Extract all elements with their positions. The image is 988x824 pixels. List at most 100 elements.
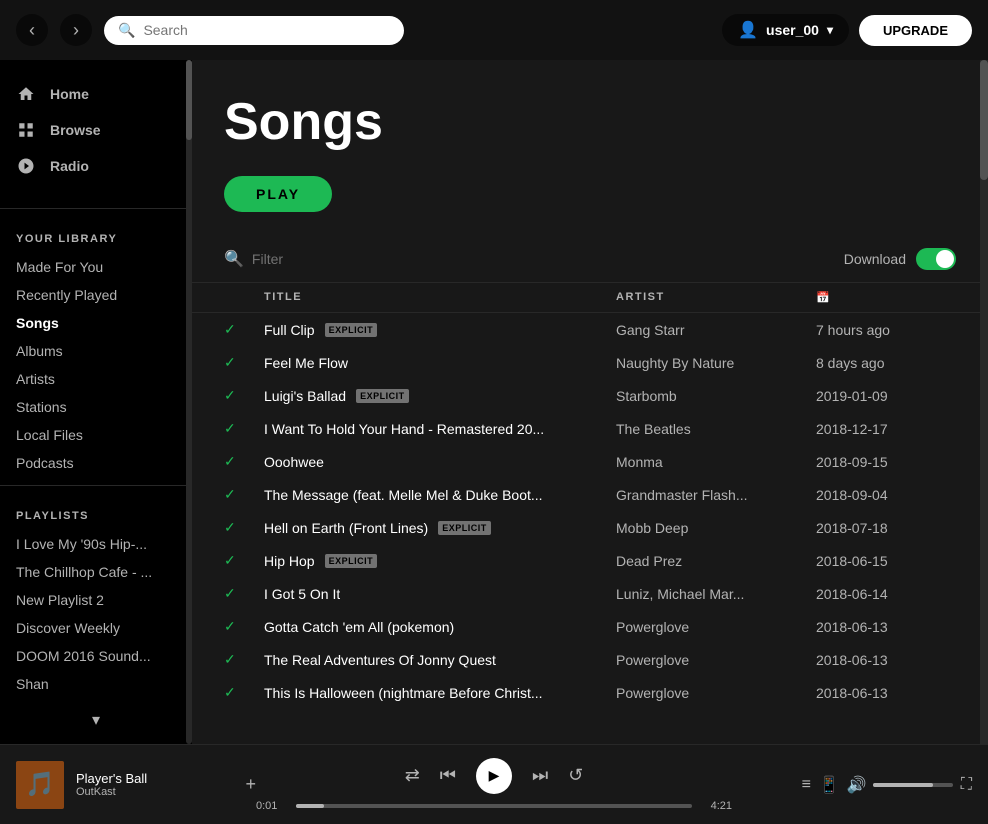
next-button[interactable]: ⏭ — [532, 765, 548, 786]
table-row[interactable]: ✓ Luigi's Ballad EXPLICIT Starbomb 2019-… — [192, 379, 988, 412]
player-song-title: Player's Ball — [76, 771, 233, 786]
new-playlist-button[interactable]: + New Playlist — [0, 734, 192, 744]
total-time: 4:21 — [702, 800, 732, 812]
sidebar-item-stations[interactable]: Stations — [0, 393, 192, 421]
fullscreen-button[interactable]: ⛶ — [961, 776, 972, 794]
col-artist-header: ARTIST — [616, 291, 816, 304]
home-icon — [16, 84, 36, 104]
sidebar-item-albums[interactable]: Albums — [0, 337, 192, 365]
table-row[interactable]: ✓ Gotta Catch 'em All (pokemon) Powerglo… — [192, 610, 988, 643]
player-add-button[interactable]: + — [245, 774, 256, 795]
volume-button[interactable]: 🔊 — [847, 775, 867, 795]
sidebar-divider — [0, 208, 192, 209]
download-toggle[interactable] — [916, 248, 956, 270]
song-artist: Gang Starr — [616, 322, 816, 338]
scroll-down-button[interactable]: ▾ — [0, 706, 192, 734]
previous-button[interactable]: ⏮ — [440, 765, 456, 786]
search-icon: 🔍 — [118, 22, 135, 39]
song-date: 2019-01-09 — [816, 388, 956, 404]
user-button[interactable]: 👤 user_00 ▾ — [722, 14, 849, 46]
song-artist: Dead Prez — [616, 553, 816, 569]
song-artist: The Beatles — [616, 421, 816, 437]
search-input[interactable] — [143, 22, 390, 38]
song-title: Hip Hop — [264, 553, 315, 569]
main-scrollbar[interactable] — [980, 60, 988, 744]
volume-track[interactable] — [873, 783, 953, 787]
song-check: ✓ — [224, 453, 264, 470]
song-check: ✓ — [224, 387, 264, 404]
filter-input[interactable] — [252, 251, 452, 267]
browse-icon — [16, 120, 36, 140]
table-header: TITLE ARTIST 📅 — [192, 283, 988, 313]
shuffle-button[interactable]: ⇄ — [405, 765, 420, 786]
playlist-item-2[interactable]: The Chillhop Cafe - ... — [0, 558, 192, 586]
song-artist: Powerglove — [616, 685, 816, 701]
explicit-badge: EXPLICIT — [325, 323, 378, 337]
song-title: Ooohwee — [264, 454, 324, 470]
your-library-section: YOUR LIBRARY Made For You Recently Playe… — [0, 217, 192, 477]
progress-track[interactable] — [296, 804, 692, 808]
user-avatar-icon: 👤 — [738, 20, 758, 40]
col-check-header — [224, 291, 264, 304]
song-artist: Starbomb — [616, 388, 816, 404]
devices-button[interactable]: 📱 — [819, 775, 839, 795]
volume-fill — [873, 783, 933, 787]
sidebar-item-label: Home — [50, 86, 89, 102]
sidebar-item-podcasts[interactable]: Podcasts — [0, 449, 192, 477]
table-row[interactable]: ✓ Feel Me Flow Naughty By Nature 8 days … — [192, 346, 988, 379]
sidebar-item-home[interactable]: Home — [0, 76, 192, 112]
play-button[interactable]: PLAY — [224, 176, 332, 212]
play-pause-button[interactable]: ▶ — [476, 758, 512, 794]
playlist-item-5[interactable]: DOOM 2016 Sound... — [0, 642, 192, 670]
sidebar-item-made-for-you[interactable]: Made For You — [0, 253, 192, 281]
table-row[interactable]: ✓ Hip Hop EXPLICIT Dead Prez 2018-06-15 — [192, 544, 988, 577]
sidebar-item-songs[interactable]: Songs — [0, 309, 192, 337]
song-title: I Want To Hold Your Hand - Remastered 20… — [264, 421, 544, 437]
table-row[interactable]: ✓ The Real Adventures Of Jonny Quest Pow… — [192, 643, 988, 676]
table-row[interactable]: ✓ I Got 5 On It Luniz, Michael Mar... 20… — [192, 577, 988, 610]
table-row[interactable]: ✓ Full Clip EXPLICIT Gang Starr 7 hours … — [192, 313, 988, 346]
table-row[interactable]: ✓ The Message (feat. Melle Mel & Duke Bo… — [192, 478, 988, 511]
song-title: Luigi's Ballad — [264, 388, 346, 404]
song-check: ✓ — [224, 585, 264, 602]
sidebar-item-local-files[interactable]: Local Files — [0, 421, 192, 449]
sidebar-divider-2 — [0, 485, 192, 486]
sidebar-item-recently-played[interactable]: Recently Played — [0, 281, 192, 309]
sidebar-item-artists[interactable]: Artists — [0, 365, 192, 393]
sidebar-item-browse[interactable]: Browse — [0, 112, 192, 148]
playlist-item-1[interactable]: I Love My '90s Hip-... — [0, 530, 192, 558]
song-artist: Powerglove — [616, 619, 816, 635]
table-row[interactable]: ✓ I Want To Hold Your Hand - Remastered … — [192, 412, 988, 445]
song-date: 2018-06-13 — [816, 652, 956, 668]
song-check: ✓ — [224, 618, 264, 635]
playlist-item-3[interactable]: New Playlist 2 — [0, 586, 192, 614]
song-date: 2018-09-15 — [816, 454, 956, 470]
song-title: This Is Halloween (nightmare Before Chri… — [264, 685, 543, 701]
search-bar: 🔍 — [104, 16, 404, 45]
playlist-item-6[interactable]: Shan — [0, 670, 192, 698]
upgrade-button[interactable]: UPGRADE — [859, 15, 972, 46]
player-bar: 🎵 Player's Ball OutKast + ⇄ ⏮ ▶ ⏭ ↺ 0:01… — [0, 744, 988, 824]
player-artist: OutKast — [76, 786, 233, 798]
table-row[interactable]: ✓ Ooohwee Monma 2018-09-15 — [192, 445, 988, 478]
song-check: ✓ — [224, 486, 264, 503]
song-date: 2018-06-14 — [816, 586, 956, 602]
nav-back-button[interactable]: ‹ — [16, 14, 48, 46]
playlists-title: PLAYLISTS — [0, 502, 192, 530]
songs-table: ✓ Full Clip EXPLICIT Gang Starr 7 hours … — [192, 313, 988, 709]
playlist-item-4[interactable]: Discover Weekly — [0, 614, 192, 642]
table-row[interactable]: ✓ This Is Halloween (nightmare Before Ch… — [192, 676, 988, 709]
explicit-badge: EXPLICIT — [438, 521, 491, 535]
sidebar-item-radio[interactable]: Radio — [0, 148, 192, 184]
song-check: ✓ — [224, 321, 264, 338]
song-check: ✓ — [224, 420, 264, 437]
song-artist: Powerglove — [616, 652, 816, 668]
table-row[interactable]: ✓ Hell on Earth (Front Lines) EXPLICIT M… — [192, 511, 988, 544]
song-title: Gotta Catch 'em All (pokemon) — [264, 619, 454, 635]
nav-forward-button[interactable]: › — [60, 14, 92, 46]
repeat-button[interactable]: ↺ — [568, 765, 583, 786]
current-time: 0:01 — [256, 800, 286, 812]
queue-button[interactable]: ≡ — [802, 776, 811, 794]
song-check: ✓ — [224, 354, 264, 371]
chevron-down-icon: ▾ — [92, 710, 100, 730]
